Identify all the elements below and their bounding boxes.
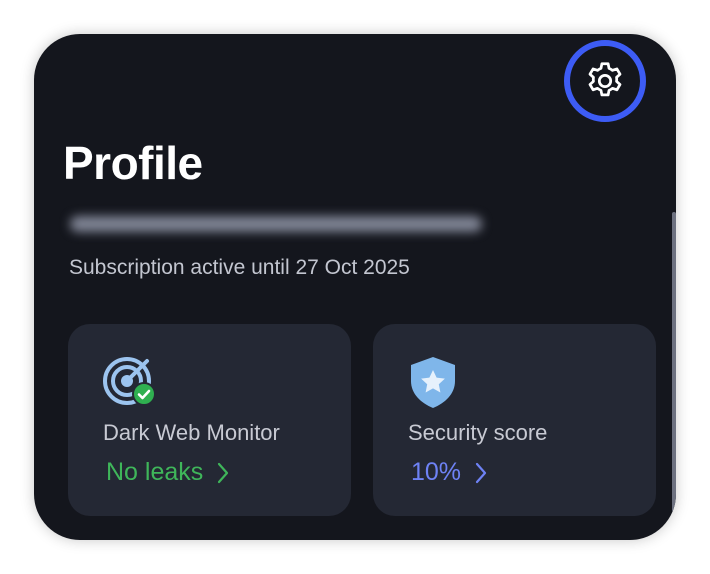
card-value: 10% <box>411 458 487 487</box>
gear-icon <box>588 62 622 97</box>
chevron-right-icon <box>218 462 229 483</box>
page-title: Profile <box>63 137 203 189</box>
security-score-card[interactable]: Security score 10% <box>373 324 656 516</box>
profile-screen: Profile Subscription active until 27 Oct… <box>34 34 676 540</box>
chevron-right-icon <box>475 462 487 483</box>
card-label: Dark Web Monitor <box>103 420 280 445</box>
shield-star-icon <box>411 357 455 408</box>
card-label: Security score <box>408 420 548 445</box>
card-value: No leaks <box>106 458 229 487</box>
settings-button[interactable] <box>564 40 646 122</box>
radar-check-icon <box>103 357 156 406</box>
scrollbar[interactable] <box>672 212 676 512</box>
subscription-status: Subscription active until 27 Oct 2025 <box>69 256 410 279</box>
security-score-value: 10% <box>411 458 462 486</box>
dark-web-monitor-card[interactable]: Dark Web Monitor No leaks <box>68 324 351 516</box>
leak-status: No leaks <box>106 458 204 486</box>
email-redacted <box>70 208 482 240</box>
